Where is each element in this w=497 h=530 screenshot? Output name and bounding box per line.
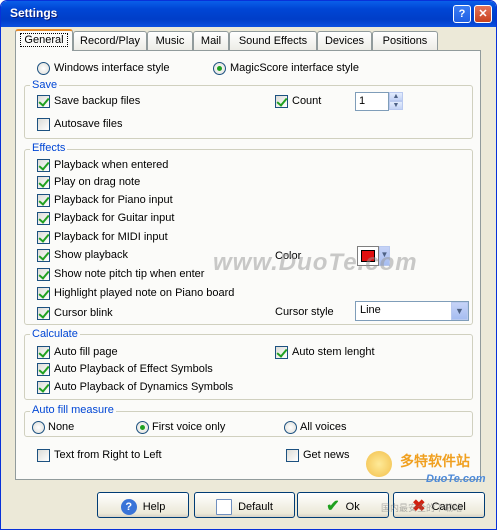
- chevron-down-icon[interactable]: ▼: [451, 302, 468, 320]
- effect-label: Play on drag note: [54, 176, 141, 188]
- cursor-style-select[interactable]: Line ▼: [355, 301, 469, 321]
- help-icon: ?: [120, 499, 137, 515]
- tab-music[interactable]: Music: [147, 31, 193, 51]
- auto-stem-checkbox[interactable]: [275, 346, 288, 359]
- first-voice-label: First voice only: [152, 421, 226, 433]
- effect-label: Playback when entered: [54, 159, 169, 171]
- effect-checkbox[interactable]: [37, 307, 50, 320]
- effect-label: Highlight played note on Piano board: [54, 287, 235, 299]
- logo-sub-text: DuoTe.com: [426, 473, 486, 485]
- auto-dynamics-label: Auto Playback of Dynamics Symbols: [54, 381, 234, 393]
- title-bar: Settings ? ✕: [1, 1, 496, 27]
- none-radio[interactable]: [32, 421, 45, 434]
- all-voices-label: All voices: [300, 421, 347, 433]
- get-news-checkbox[interactable]: [286, 449, 299, 462]
- save-group: [24, 85, 473, 139]
- auto-stem-label: Auto stem lenght: [292, 346, 375, 358]
- logo-text: 多特软件站: [400, 453, 470, 469]
- auto-fill-page-checkbox[interactable]: [37, 346, 50, 359]
- effect-label: Show note pitch tip when enter: [54, 268, 205, 280]
- auto-effect-label: Auto Playback of Effect Symbols: [54, 363, 213, 375]
- settings-dialog: Settings ? ✕ General Record/Play Music M…: [0, 0, 497, 530]
- logo-sun-icon: [366, 451, 392, 477]
- effect-checkbox[interactable]: [37, 249, 50, 262]
- magicscore-style-radio[interactable]: [213, 62, 226, 75]
- effect-checkbox[interactable]: [37, 268, 50, 281]
- tab-mail[interactable]: Mail: [193, 31, 229, 51]
- close-title-button[interactable]: ✕: [474, 5, 492, 23]
- tab-strip: General Record/Play Music Mail Sound Eff…: [15, 29, 481, 51]
- rtl-checkbox[interactable]: [37, 449, 50, 462]
- none-label: None: [48, 421, 75, 433]
- save-backup-checkbox[interactable]: [37, 95, 50, 108]
- effect-label: Cursor blink: [54, 307, 113, 319]
- count-input[interactable]: 1: [355, 92, 389, 111]
- tab-label: General: [20, 33, 68, 47]
- auto-dynamics-checkbox[interactable]: [37, 381, 50, 394]
- help-title-button[interactable]: ?: [453, 5, 471, 23]
- effect-checkbox[interactable]: [37, 212, 50, 225]
- tab-sound-effects[interactable]: Sound Effects: [229, 31, 317, 51]
- save-group-title: Save: [30, 79, 60, 91]
- tab-positions[interactable]: Positions: [372, 31, 438, 51]
- tab-record-play[interactable]: Record/Play: [73, 31, 147, 51]
- effect-label: Playback for Guitar input: [54, 212, 175, 224]
- cursor-style-label: Cursor style: [275, 306, 334, 318]
- effect-label: Playback for Piano input: [54, 194, 173, 206]
- spin-up-icon[interactable]: ▲: [389, 92, 403, 101]
- ok-label: Ok: [345, 500, 360, 513]
- tab-general[interactable]: General: [15, 29, 73, 51]
- calculate-group-title: Calculate: [30, 328, 80, 340]
- effect-checkbox[interactable]: [37, 287, 50, 300]
- effect-checkbox[interactable]: [37, 194, 50, 207]
- effect-label: Playback for MIDI input: [54, 231, 168, 243]
- all-voices-radio[interactable]: [284, 421, 297, 434]
- first-voice-radio[interactable]: [136, 421, 149, 434]
- spin-down-icon[interactable]: ▼: [389, 101, 403, 110]
- effect-checkbox[interactable]: [37, 231, 50, 244]
- default-label: Default: [238, 500, 273, 513]
- help-button[interactable]: ? Help: [97, 492, 189, 518]
- effect-checkbox[interactable]: [37, 176, 50, 189]
- count-spinner[interactable]: ▲ ▼: [389, 92, 403, 111]
- effect-checkbox[interactable]: [37, 159, 50, 172]
- duote-watermark: www.DuoTe.com: [213, 249, 418, 276]
- count-label: Count: [292, 95, 322, 107]
- help-label: Help: [142, 500, 166, 513]
- count-checkbox[interactable]: [275, 95, 288, 108]
- windows-style-radio[interactable]: [37, 62, 50, 75]
- ok-button[interactable]: ✔ Ok: [297, 492, 389, 518]
- effect-label: Show playback: [54, 249, 128, 261]
- auto-effect-checkbox[interactable]: [37, 363, 50, 376]
- magicscore-style-label: MagicScore interface style: [230, 62, 359, 74]
- tab-devices[interactable]: Devices: [317, 31, 372, 51]
- get-news-label: Get news: [303, 449, 350, 461]
- autosave-checkbox[interactable]: [37, 118, 50, 131]
- save-backup-label: Save backup files: [54, 95, 141, 107]
- auto-fill-measure-title: Auto fill measure: [30, 404, 116, 416]
- autosave-label: Autosave files: [54, 118, 123, 130]
- general-panel: Windows interface style MagicScore inter…: [15, 50, 486, 485]
- default-button[interactable]: Default: [194, 492, 295, 518]
- cursor-style-value: Line: [360, 304, 381, 316]
- rtl-label: Text from Right to Left: [54, 449, 162, 461]
- document-icon: [216, 499, 233, 515]
- logo-caption: 国内最安全的下载站: [381, 503, 463, 513]
- effects-group-title: Effects: [30, 142, 68, 154]
- checkmark-icon: ✔: [326, 498, 340, 515]
- window-title: Settings: [10, 6, 58, 20]
- windows-style-label: Windows interface style: [54, 62, 170, 74]
- auto-fill-page-label: Auto fill page: [54, 346, 118, 358]
